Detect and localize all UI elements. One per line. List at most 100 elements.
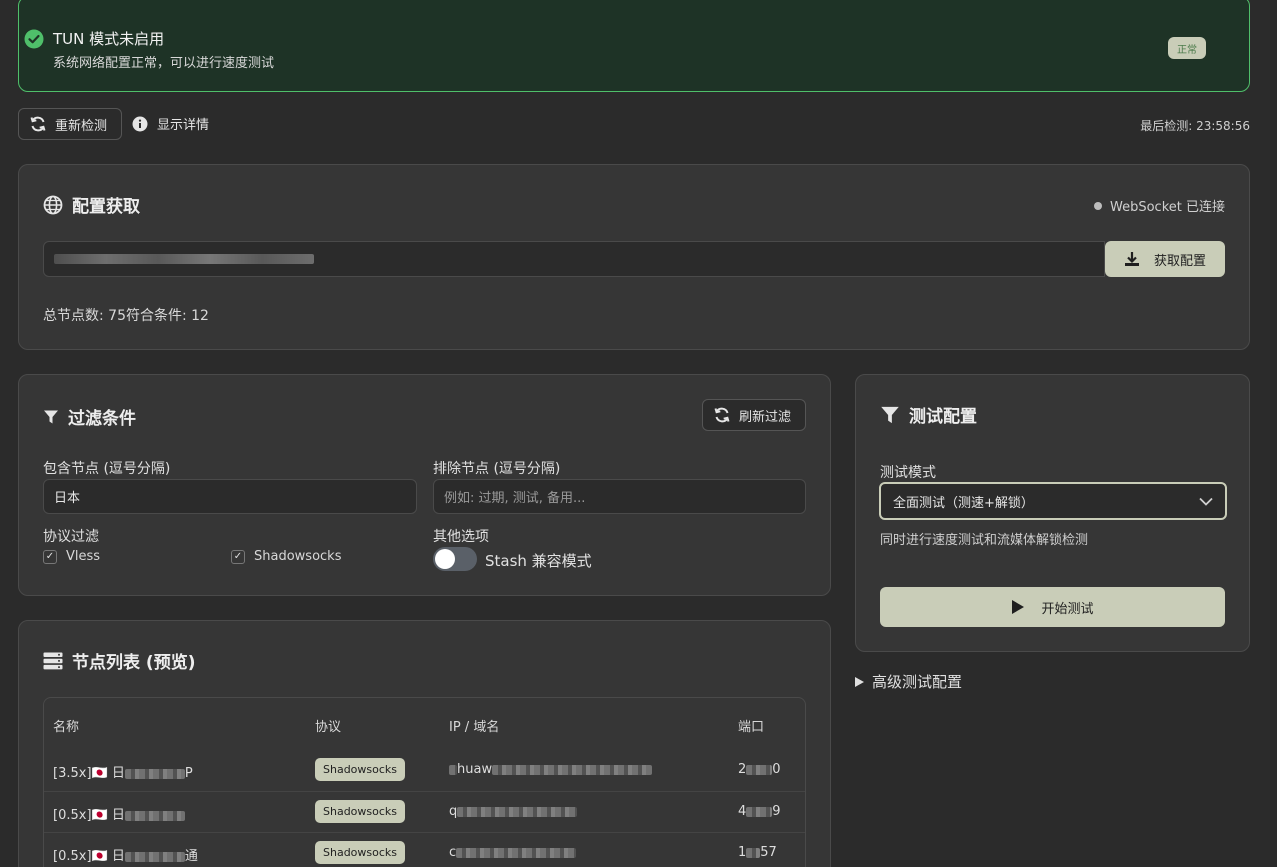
node-name-cell: [3.5x]🇯🇵 日 P: [53, 762, 193, 781]
advanced-test-config-toggle[interactable]: 高级测试配置: [855, 671, 962, 692]
last-check-time: 最后检测: 23:58:56: [1140, 119, 1250, 133]
include-nodes-label: 包含节点 (逗号分隔): [43, 461, 171, 477]
fetch-config-label: 获取配置: [1153, 253, 1206, 269]
fetch-config-button[interactable]: 获取配置: [1105, 241, 1225, 277]
include-nodes-input[interactable]: 日本: [43, 479, 417, 514]
port-head: 1: [738, 845, 747, 860]
redacted-url: [54, 254, 314, 264]
show-details-label: 显示详情: [157, 118, 210, 133]
host-text: q: [449, 804, 458, 819]
node-list-title: 节点列表 (预览): [43, 648, 195, 673]
start-test-button[interactable]: 开始测试: [880, 587, 1225, 627]
host-cell: c: [449, 845, 577, 860]
filter-card-title: 过滤条件: [43, 404, 136, 429]
redacted: [457, 806, 578, 817]
recheck-label: 重新检测: [55, 118, 108, 134]
stash-compat-toggle[interactable]: [433, 547, 477, 571]
port-head: 2: [738, 762, 747, 777]
refresh-filter-label: 刷新过滤: [739, 409, 792, 425]
banner-subtitle: 系统网络配置正常，可以进行速度测试: [53, 56, 275, 71]
config-card-title: 配置获取: [43, 192, 140, 217]
host-text: huaw: [457, 762, 493, 777]
column-header-name: 名称: [53, 720, 80, 735]
start-test-label: 开始测试: [1041, 601, 1094, 617]
server-icon: [43, 652, 63, 669]
redacted: [449, 764, 457, 775]
show-details-link[interactable]: 显示详情: [132, 114, 209, 133]
node-name: [0.5x]🇯🇵 日: [53, 808, 125, 823]
redacted: [492, 764, 653, 775]
test-mode-select[interactable]: 全面测试（测速+解锁）: [879, 482, 1227, 520]
node-totals: 总节点数: 75符合条件: 12: [43, 308, 209, 324]
banner-title: TUN 模式未启用: [53, 30, 165, 48]
subscription-url-input[interactable]: [43, 241, 1105, 277]
test-mode-hint: 同时进行速度测试和流媒体解锁检测: [880, 533, 1089, 548]
table-row[interactable]: [0.5x]🇯🇵 日 通 Shadowsocks c 1 57: [44, 832, 805, 867]
node-name-tail: 通: [184, 849, 198, 864]
download-icon: [1124, 252, 1139, 266]
refresh-icon: [30, 116, 46, 132]
protocol-shadowsocks-label: Shadowsocks: [254, 549, 342, 564]
refresh-filter-button[interactable]: 刷新过滤: [702, 399, 806, 431]
advanced-test-config-label: 高级测试配置: [872, 673, 963, 691]
status-badge: 正常: [1168, 37, 1206, 59]
protocol-tag: Shadowsocks: [315, 841, 406, 864]
column-header-host: IP / 域名: [449, 720, 500, 735]
node-name: [3.5x]🇯🇵 日: [53, 766, 125, 781]
port-tail: 57: [760, 845, 777, 860]
info-icon: [132, 116, 148, 131]
websocket-status: WebSocket 已连接: [1094, 196, 1225, 215]
redacted: [124, 768, 185, 779]
node-list-title-text: 节点列表 (预览): [72, 653, 196, 673]
column-header-protocol: 协议: [315, 720, 342, 735]
node-name: [0.5x]🇯🇵 日: [53, 849, 125, 864]
recheck-button[interactable]: 重新检测: [18, 108, 122, 140]
exclude-nodes-label: 排除节点 (逗号分隔): [433, 461, 561, 477]
toggle-knob: [435, 549, 455, 569]
node-table: 名称 协议 IP / 域名 端口 [3.5x]🇯🇵 日 P Shadowsocks…: [43, 697, 806, 867]
status-dot-icon: [1094, 201, 1102, 210]
node-name-tail: P: [184, 766, 193, 781]
protocol-checkbox-shadowsocks[interactable]: ✓ Shadowsocks: [231, 549, 341, 564]
port-cell: 1 57: [738, 845, 777, 860]
port-cell: 49: [738, 804, 781, 819]
config-title-text: 配置获取: [72, 197, 140, 217]
checkmark-icon: ✓: [231, 549, 245, 564]
protocol-tag: Shadowsocks: [315, 758, 406, 781]
filter-title-text: 过滤条件: [68, 409, 136, 429]
play-icon: [1012, 600, 1025, 614]
globe-icon: [43, 195, 63, 214]
test-config-title: 测试配置: [880, 402, 977, 427]
protocol-vless-label: Vless: [66, 549, 101, 564]
table-row[interactable]: [0.5x]🇯🇵 日 Shadowsocks q 49: [44, 791, 805, 832]
include-nodes-value: 日本: [54, 491, 81, 506]
triangle-right-icon: [855, 676, 864, 687]
redacted: [746, 764, 773, 775]
table-row[interactable]: [3.5x]🇯🇵 日P Shadowsocks huaw 20: [44, 750, 805, 791]
protocol-tag: Shadowsocks: [315, 800, 406, 823]
tun-status-banner: [18, 0, 1250, 92]
port-cell: 20: [738, 762, 781, 777]
redacted: [746, 847, 761, 858]
other-options-label: 其他选项: [433, 529, 489, 545]
host-text: c: [449, 845, 457, 860]
filter-icon: [44, 410, 58, 423]
redacted: [456, 847, 577, 858]
host-cell: huaw: [449, 762, 653, 777]
exclude-nodes-placeholder: 例如: 过期, 测试, 备用...: [444, 491, 586, 506]
host-cell: q: [449, 804, 578, 819]
filter-icon: [881, 406, 899, 423]
column-header-port: 端口: [738, 720, 765, 735]
refresh-icon: [714, 407, 730, 423]
check-circle-icon: [24, 29, 44, 49]
port-tail: 9: [772, 804, 781, 819]
port-tail: 0: [772, 762, 781, 777]
protocol-filter-label: 协议过滤: [43, 529, 99, 545]
port-head: 4: [738, 804, 747, 819]
redacted: [746, 806, 773, 817]
protocol-checkbox-vless[interactable]: ✓ Vless: [43, 549, 100, 564]
checkmark-icon: ✓: [43, 549, 57, 564]
node-name-cell: [0.5x]🇯🇵 日: [53, 804, 185, 823]
exclude-nodes-input[interactable]: 例如: 过期, 测试, 备用...: [433, 479, 806, 514]
websocket-status-text: WebSocket 已连接: [1110, 200, 1225, 215]
